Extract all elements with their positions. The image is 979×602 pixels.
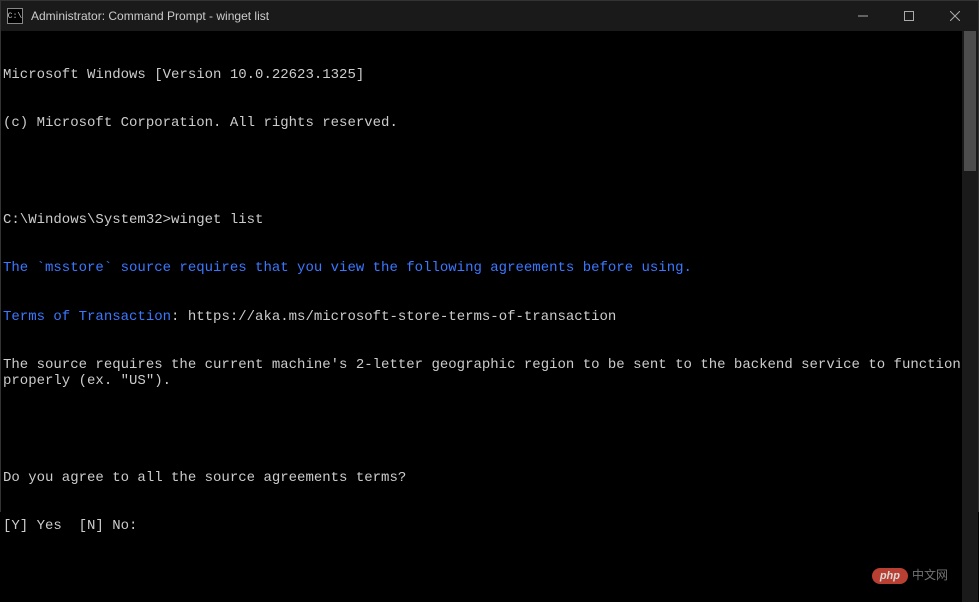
terms-line: Terms of Transaction: https://aka.ms/mic… <box>3 309 976 325</box>
watermark-badge: php <box>872 568 908 585</box>
terminal-output[interactable]: Microsoft Windows [Version 10.0.22623.13… <box>1 31 978 602</box>
window-title: Administrator: Command Prompt - winget l… <box>31 9 269 23</box>
prompt-path: C:\Windows\System32> <box>3 212 171 228</box>
watermark: php 中文网 <box>872 568 948 585</box>
blank-line <box>3 164 976 180</box>
prompt-line: C:\Windows\System32>winget list <box>3 212 976 228</box>
minimize-button[interactable] <box>840 1 886 31</box>
minimize-icon <box>858 11 868 21</box>
agreement-question: Do you agree to all the source agreement… <box>3 470 976 486</box>
version-line: Microsoft Windows [Version 10.0.22623.13… <box>3 67 976 83</box>
command-text: winget list <box>171 212 263 228</box>
command-prompt-window: C:\ Administrator: Command Prompt - wing… <box>0 0 979 512</box>
close-icon <box>950 11 960 21</box>
app-icon-label: C:\ <box>8 12 22 21</box>
vertical-scrollbar[interactable] <box>962 31 978 602</box>
msstore-notice: The `msstore` source requires that you v… <box>3 260 976 276</box>
agreement-options: [Y] Yes [N] No: <box>3 518 976 534</box>
maximize-icon <box>904 11 914 21</box>
app-icon: C:\ <box>7 8 23 24</box>
scrollbar-thumb[interactable] <box>964 31 976 171</box>
maximize-button[interactable] <box>886 1 932 31</box>
close-button[interactable] <box>932 1 978 31</box>
titlebar[interactable]: C:\ Administrator: Command Prompt - wing… <box>1 1 978 31</box>
watermark-text: 中文网 <box>912 569 948 583</box>
blank-line-2 <box>3 421 976 437</box>
terms-separator: : <box>171 309 188 325</box>
terms-url: https://aka.ms/microsoft-store-terms-of-… <box>188 309 616 325</box>
region-notice: The source requires the current machine'… <box>3 357 976 389</box>
terms-label: Terms of Transaction <box>3 309 171 325</box>
copyright-line: (c) Microsoft Corporation. All rights re… <box>3 115 976 131</box>
